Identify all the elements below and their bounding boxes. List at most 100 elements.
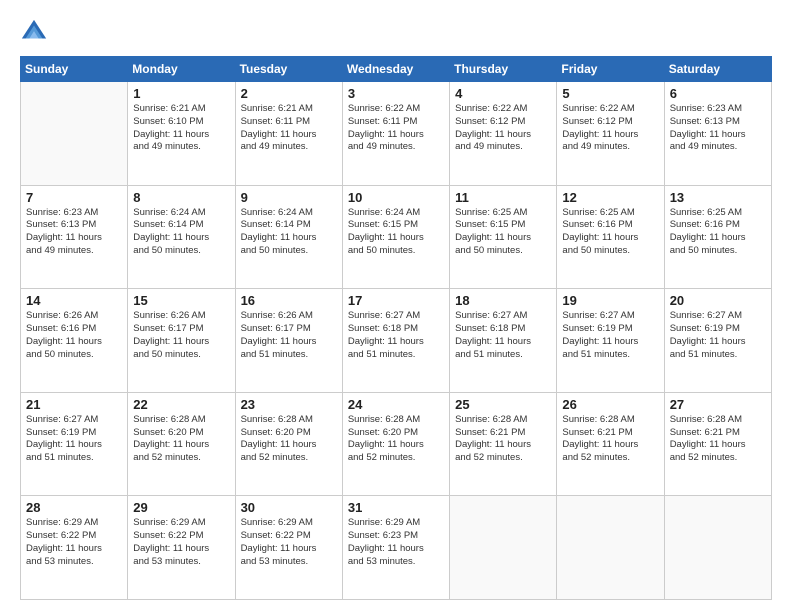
calendar-cell: 23 Sunrise: 6:28 AM Sunset: 6:20 PM Dayli…: [235, 392, 342, 496]
day-number: 14: [26, 293, 122, 308]
day-info: Sunrise: 6:27 AM Sunset: 6:19 PM Dayligh…: [26, 414, 122, 465]
calendar-cell: 28Sunrise: 6:29 AM Sunset: 6:22 PM Dayli…: [21, 496, 128, 600]
day-number: 11: [455, 190, 551, 205]
day-number: 26: [562, 397, 658, 412]
calendar-cell: 2 Sunrise: 6:21 AM Sunset: 6:11 PM Daylig…: [235, 82, 342, 186]
day-number: 9: [241, 190, 337, 205]
calendar-cell: [21, 82, 128, 186]
day-number: 17: [348, 293, 444, 308]
calendar-cell: 31 Sunrise: 6:29 AM Sunset: 6:23 PM Dayli…: [342, 496, 449, 600]
weekday-header-friday: Friday: [557, 57, 664, 82]
day-number: 22: [133, 397, 229, 412]
day-number: 10: [348, 190, 444, 205]
weekday-header-sunday: Sunday: [21, 57, 128, 82]
day-info: Sunrise: 6:26 AM Sunset: 6:17 PM Dayligh…: [133, 310, 229, 361]
calendar-cell: 24Sunrise: 6:28 AM Sunset: 6:20 PM Dayli…: [342, 392, 449, 496]
day-info: Sunrise: 6:24 AM Sunset: 6:15 PM Dayligh…: [348, 207, 444, 258]
calendar-cell: 12Sunrise: 6:25 AM Sunset: 6:16 PM Dayli…: [557, 185, 664, 289]
day-info: Sunrise: 6:27 AM Sunset: 6:18 PM Dayligh…: [455, 310, 551, 361]
day-info: Sunrise: 6:28 AM Sunset: 6:20 PM Dayligh…: [241, 414, 337, 465]
day-number: 6: [670, 86, 766, 101]
day-info: Sunrise: 6:23 AM Sunset: 6:13 PM Dayligh…: [670, 103, 766, 154]
week-row-4: 28 Sunrise: 6:29 AM Sunset: 6:22 PM Dayli…: [21, 496, 772, 600]
weekday-header-row: SundayMondayTuesdayWednesdayThursdayFrid…: [21, 57, 772, 82]
week-row-2: 14Sunrise: 6:26 AM Sunset: 6:16 PM Dayli…: [21, 289, 772, 393]
day-number: 29: [133, 500, 229, 515]
week-row-3: 21 Sunrise: 6:27 AM Sunset: 6:19 PM Dayli…: [21, 392, 772, 496]
day-info: Sunrise: 6:29 AM Sunset: 6:22 PM Dayligh…: [241, 517, 337, 568]
calendar-cell: 27 Sunrise: 6:28 AM Sunset: 6:21 PM Dayli…: [664, 392, 771, 496]
weekday-header-saturday: Saturday: [664, 57, 771, 82]
day-number: 8: [133, 190, 229, 205]
calendar-cell: 5 Sunrise: 6:22 AM Sunset: 6:12 PM Daylig…: [557, 82, 664, 186]
day-info: Sunrise: 6:28 AM Sunset: 6:21 PM Dayligh…: [670, 414, 766, 465]
day-info: Sunrise: 6:26 AM Sunset: 6:17 PM Dayligh…: [241, 310, 337, 361]
day-number: 19: [562, 293, 658, 308]
day-info: Sunrise: 6:28 AM Sunset: 6:21 PM Dayligh…: [562, 414, 658, 465]
day-info: Sunrise: 6:28 AM Sunset: 6:20 PM Dayligh…: [133, 414, 229, 465]
day-number: 5: [562, 86, 658, 101]
day-number: 1: [133, 86, 229, 101]
logo-icon: [20, 18, 48, 46]
week-row-0: 1 Sunrise: 6:21 AM Sunset: 6:10 PM Daylig…: [21, 82, 772, 186]
calendar-cell: 7 Sunrise: 6:23 AM Sunset: 6:13 PM Daylig…: [21, 185, 128, 289]
day-number: 2: [241, 86, 337, 101]
day-number: 23: [241, 397, 337, 412]
day-info: Sunrise: 6:22 AM Sunset: 6:12 PM Dayligh…: [562, 103, 658, 154]
calendar-cell: [557, 496, 664, 600]
day-info: Sunrise: 6:25 AM Sunset: 6:16 PM Dayligh…: [562, 207, 658, 258]
day-info: Sunrise: 6:25 AM Sunset: 6:16 PM Dayligh…: [670, 207, 766, 258]
day-info: Sunrise: 6:23 AM Sunset: 6:13 PM Dayligh…: [26, 207, 122, 258]
day-info: Sunrise: 6:21 AM Sunset: 6:11 PM Dayligh…: [241, 103, 337, 154]
day-number: 28: [26, 500, 122, 515]
day-number: 21: [26, 397, 122, 412]
day-number: 18: [455, 293, 551, 308]
day-number: 31: [348, 500, 444, 515]
calendar-cell: 9 Sunrise: 6:24 AM Sunset: 6:14 PM Daylig…: [235, 185, 342, 289]
logo: [20, 18, 52, 46]
day-number: 25: [455, 397, 551, 412]
day-info: Sunrise: 6:24 AM Sunset: 6:14 PM Dayligh…: [133, 207, 229, 258]
day-number: 30: [241, 500, 337, 515]
calendar-cell: 11 Sunrise: 6:25 AM Sunset: 6:15 PM Dayli…: [450, 185, 557, 289]
day-info: Sunrise: 6:24 AM Sunset: 6:14 PM Dayligh…: [241, 207, 337, 258]
day-info: Sunrise: 6:29 AM Sunset: 6:23 PM Dayligh…: [348, 517, 444, 568]
weekday-header-monday: Monday: [128, 57, 235, 82]
calendar-cell: 6 Sunrise: 6:23 AM Sunset: 6:13 PM Daylig…: [664, 82, 771, 186]
calendar-cell: 16 Sunrise: 6:26 AM Sunset: 6:17 PM Dayli…: [235, 289, 342, 393]
calendar-cell: 21 Sunrise: 6:27 AM Sunset: 6:19 PM Dayli…: [21, 392, 128, 496]
day-info: Sunrise: 6:22 AM Sunset: 6:12 PM Dayligh…: [455, 103, 551, 154]
calendar-cell: 30 Sunrise: 6:29 AM Sunset: 6:22 PM Dayli…: [235, 496, 342, 600]
calendar-cell: [664, 496, 771, 600]
day-number: 15: [133, 293, 229, 308]
day-info: Sunrise: 6:27 AM Sunset: 6:19 PM Dayligh…: [670, 310, 766, 361]
day-info: Sunrise: 6:25 AM Sunset: 6:15 PM Dayligh…: [455, 207, 551, 258]
calendar-cell: 10 Sunrise: 6:24 AM Sunset: 6:15 PM Dayli…: [342, 185, 449, 289]
day-number: 16: [241, 293, 337, 308]
calendar-cell: 3Sunrise: 6:22 AM Sunset: 6:11 PM Daylig…: [342, 82, 449, 186]
week-row-1: 7 Sunrise: 6:23 AM Sunset: 6:13 PM Daylig…: [21, 185, 772, 289]
calendar-cell: 15 Sunrise: 6:26 AM Sunset: 6:17 PM Dayli…: [128, 289, 235, 393]
day-info: Sunrise: 6:21 AM Sunset: 6:10 PM Dayligh…: [133, 103, 229, 154]
calendar-cell: 18 Sunrise: 6:27 AM Sunset: 6:18 PM Dayli…: [450, 289, 557, 393]
calendar-cell: 13Sunrise: 6:25 AM Sunset: 6:16 PM Dayli…: [664, 185, 771, 289]
calendar-table: SundayMondayTuesdayWednesdayThursdayFrid…: [20, 56, 772, 600]
day-info: Sunrise: 6:29 AM Sunset: 6:22 PM Dayligh…: [133, 517, 229, 568]
day-info: Sunrise: 6:28 AM Sunset: 6:21 PM Dayligh…: [455, 414, 551, 465]
calendar-cell: 26 Sunrise: 6:28 AM Sunset: 6:21 PM Dayli…: [557, 392, 664, 496]
calendar-cell: 19Sunrise: 6:27 AM Sunset: 6:19 PM Dayli…: [557, 289, 664, 393]
calendar-cell: 25 Sunrise: 6:28 AM Sunset: 6:21 PM Dayli…: [450, 392, 557, 496]
day-info: Sunrise: 6:27 AM Sunset: 6:18 PM Dayligh…: [348, 310, 444, 361]
day-number: 27: [670, 397, 766, 412]
calendar-cell: 1 Sunrise: 6:21 AM Sunset: 6:10 PM Daylig…: [128, 82, 235, 186]
day-info: Sunrise: 6:28 AM Sunset: 6:20 PM Dayligh…: [348, 414, 444, 465]
calendar-cell: [450, 496, 557, 600]
calendar-cell: 22 Sunrise: 6:28 AM Sunset: 6:20 PM Dayli…: [128, 392, 235, 496]
day-number: 4: [455, 86, 551, 101]
calendar-cell: 8 Sunrise: 6:24 AM Sunset: 6:14 PM Daylig…: [128, 185, 235, 289]
day-info: Sunrise: 6:22 AM Sunset: 6:11 PM Dayligh…: [348, 103, 444, 154]
calendar-cell: 14Sunrise: 6:26 AM Sunset: 6:16 PM Dayli…: [21, 289, 128, 393]
day-number: 7: [26, 190, 122, 205]
day-number: 20: [670, 293, 766, 308]
calendar-cell: 4 Sunrise: 6:22 AM Sunset: 6:12 PM Daylig…: [450, 82, 557, 186]
